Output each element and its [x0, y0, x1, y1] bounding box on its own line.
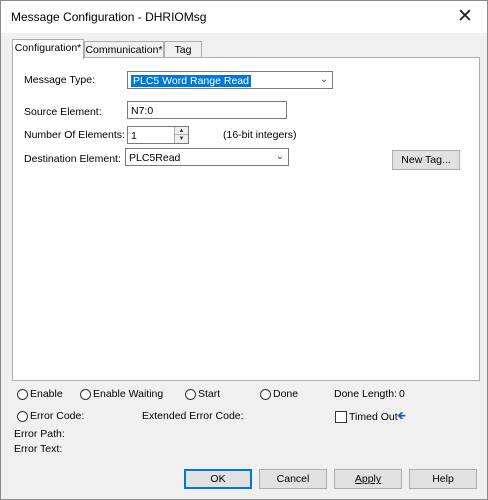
- number-of-elements-unit: (16-bit integers): [223, 129, 297, 141]
- configuration-panel: Message Type: PLC5 Word Range Read ⌄ Sou…: [12, 57, 480, 381]
- destination-element-combo[interactable]: PLC5Read ⌄: [125, 148, 289, 166]
- done-label: Done: [273, 388, 299, 400]
- new-tag-button[interactable]: New Tag...: [392, 150, 460, 170]
- destination-element-label: Destination Element:: [24, 153, 121, 165]
- message-type-dropdown[interactable]: PLC5 Word Range Read ⌄: [127, 71, 333, 89]
- number-of-elements-label: Number Of Elements:: [24, 129, 125, 141]
- enable-indicator: [17, 389, 28, 400]
- chevron-down-icon[interactable]: ⌄: [272, 149, 288, 165]
- window-title: Message Configuration - DHRIOMsg: [11, 10, 207, 24]
- start-indicator: [185, 389, 196, 400]
- message-configuration-dialog: Message Configuration - DHRIOMsg ✕ Confi…: [0, 0, 488, 500]
- tab-tag-label: Tag: [174, 44, 192, 56]
- source-element-label: Source Element:: [24, 106, 102, 118]
- error-path-label: Error Path:: [14, 428, 65, 440]
- source-element-input[interactable]: N7:0: [127, 101, 287, 119]
- tab-communication-label: Communication*: [85, 44, 163, 56]
- apply-button[interactable]: Apply: [334, 469, 402, 489]
- chevron-down-icon[interactable]: ⌄: [316, 72, 332, 88]
- timed-out-checkbox[interactable]: [335, 411, 347, 423]
- ok-button[interactable]: OK: [184, 469, 252, 489]
- start-label: Start: [198, 388, 221, 400]
- enable-waiting-indicator: [80, 389, 91, 400]
- help-button[interactable]: Help: [409, 469, 477, 489]
- timed-out-label: Timed Out: [349, 411, 398, 423]
- spin-up-icon[interactable]: ▲: [175, 127, 188, 135]
- message-type-label: Message Type:: [24, 74, 96, 86]
- error-text-label: Error Text:: [14, 443, 63, 455]
- close-icon[interactable]: ✕: [451, 5, 479, 29]
- done-indicator: [260, 389, 271, 400]
- apply-button-label: Apply: [354, 473, 382, 485]
- tab-configuration-label: Configuration*: [14, 42, 82, 54]
- cancel-button[interactable]: Cancel: [259, 469, 327, 489]
- enable-label: Enable: [30, 388, 63, 400]
- spin-buttons[interactable]: ▲ ▼: [174, 127, 188, 143]
- error-code-label: Error Code:: [30, 410, 85, 422]
- done-length-value: 0: [399, 388, 405, 400]
- tab-configuration[interactable]: Configuration*: [12, 39, 84, 59]
- title-bar: Message Configuration - DHRIOMsg ✕: [1, 1, 487, 33]
- done-length-label: Done Length:: [334, 388, 398, 400]
- error-code-indicator: [17, 411, 28, 422]
- number-of-elements-value: 1: [131, 130, 137, 142]
- extended-error-code-label: Extended Error Code:: [142, 410, 244, 422]
- spin-down-icon[interactable]: ▼: [175, 135, 188, 143]
- arrow-left-icon: 🡸: [397, 410, 406, 422]
- number-of-elements-stepper[interactable]: 1 ▲ ▼: [127, 126, 189, 144]
- destination-element-value: PLC5Read: [129, 152, 181, 164]
- message-type-value: PLC5 Word Range Read: [131, 75, 251, 87]
- enable-waiting-label: Enable Waiting: [93, 388, 164, 400]
